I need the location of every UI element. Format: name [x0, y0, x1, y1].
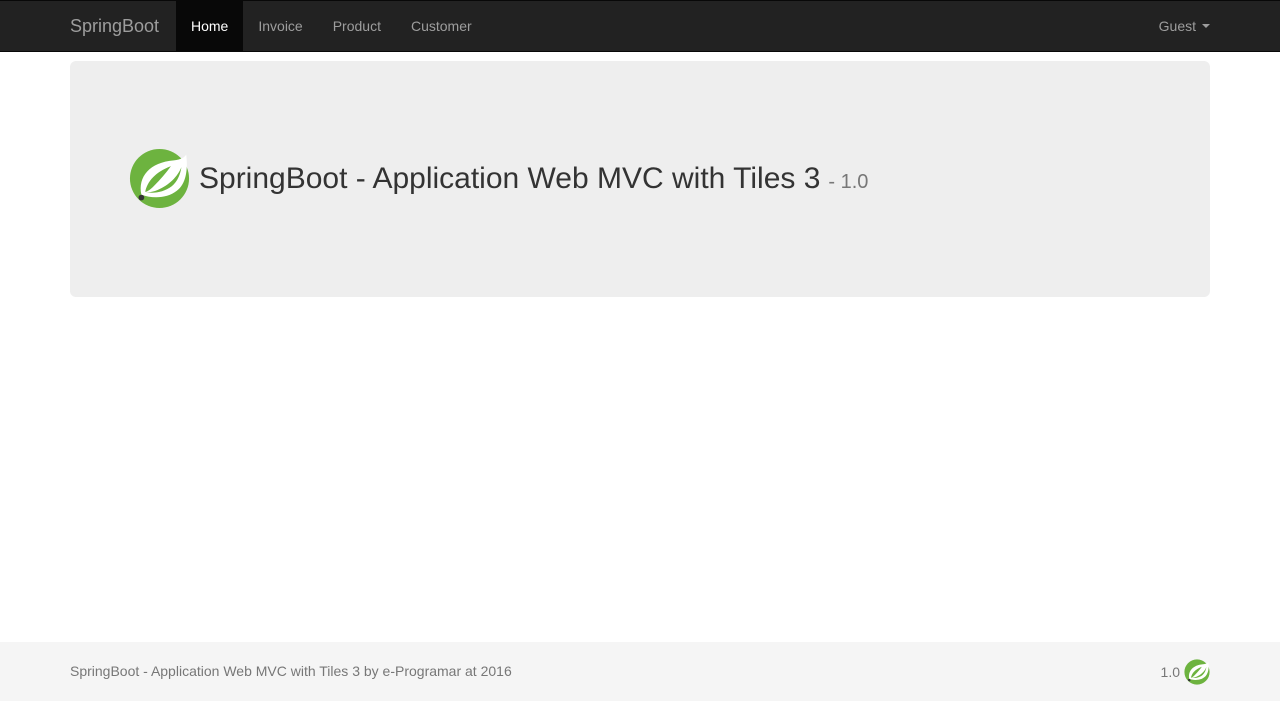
footer-credit: SpringBoot - Application Web MVC with Ti… [70, 663, 512, 679]
jumbotron: SpringBoot - Application Web MVC with Ti… [70, 61, 1210, 297]
user-menu-dropdown[interactable]: Guest [1159, 1, 1210, 51]
caret-down-icon [1202, 24, 1210, 28]
nav-item-customer[interactable]: Customer [396, 1, 487, 51]
top-navbar: SpringBoot Home Invoice Product Customer… [0, 0, 1280, 52]
user-menu-label: Guest [1158, 18, 1196, 34]
spring-leaf-logo [1184, 658, 1210, 685]
nav-item-home[interactable]: Home [176, 1, 244, 51]
footer-version-block: 1.0 [1161, 642, 1210, 701]
version-label: - 1.0 [828, 171, 869, 193]
footer-version: 1.0 [1160, 663, 1180, 680]
page-footer: SpringBoot - Application Web MVC with Ti… [0, 642, 1280, 701]
hero-heading: SpringBoot - Application Web MVC with Ti… [129, 148, 868, 209]
spring-leaf-logo [129, 148, 190, 209]
navbar-brand[interactable]: SpringBoot [70, 1, 159, 51]
nav-item-invoice[interactable]: Invoice [243, 1, 317, 51]
nav-item-product[interactable]: Product [318, 1, 396, 51]
main-nav: Home Invoice Product Customer [176, 1, 487, 51]
page-title: SpringBoot - Application Web MVC with Ti… [199, 161, 821, 195]
